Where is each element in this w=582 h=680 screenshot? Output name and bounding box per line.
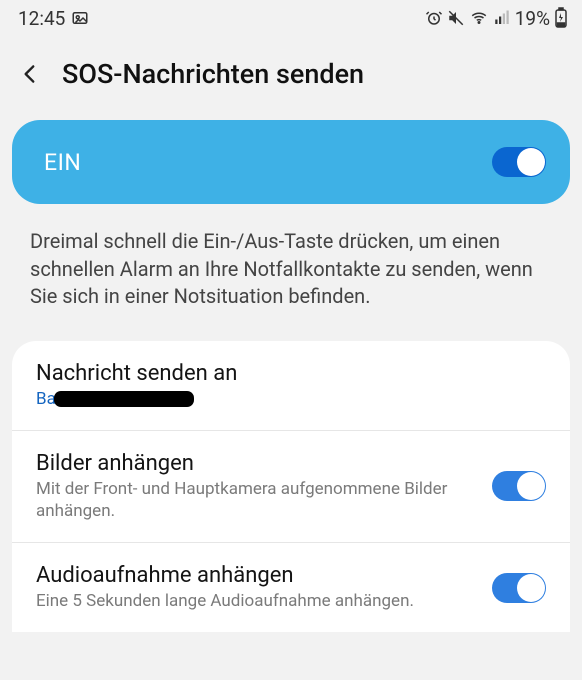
status-bar: 12:45 1: [0, 0, 582, 36]
back-button[interactable]: [12, 56, 48, 92]
master-toggle-row[interactable]: EIN: [12, 120, 570, 204]
redacted-text: [54, 391, 194, 407]
send-to-title: Nachricht senden an: [36, 361, 546, 386]
feature-description: Dreimal schnell die Ein-/Aus-Taste drück…: [0, 204, 582, 337]
attach-audio-switch[interactable]: [492, 573, 546, 603]
send-to-contact: Ba: [36, 388, 546, 410]
battery-percent: 19%: [515, 7, 550, 30]
attach-images-sub: Mit der Front- und Hauptkamera aufgenomm…: [36, 478, 476, 522]
image-icon: [71, 9, 89, 27]
attach-audio-sub: Eine 5 Sekunden lange Audioaufnahme anhä…: [36, 590, 476, 612]
attach-audio-row[interactable]: Audioaufnahme anhängen Eine 5 Sekunden l…: [12, 542, 570, 632]
battery-icon: [554, 7, 568, 29]
settings-card: Nachricht senden an Ba Bilder anhängen M…: [12, 341, 570, 632]
attach-images-switch[interactable]: [492, 471, 546, 501]
master-toggle-switch[interactable]: [492, 147, 546, 177]
attach-images-row[interactable]: Bilder anhängen Mit der Front- und Haupt…: [12, 430, 570, 542]
mute-icon: [447, 9, 465, 27]
master-toggle-label: EIN: [44, 149, 81, 176]
wifi-icon: [469, 9, 489, 27]
send-to-row[interactable]: Nachricht senden an Ba: [12, 341, 570, 430]
alarm-icon: [425, 9, 443, 27]
page-title: SOS-Nachrichten senden: [62, 58, 364, 90]
attach-audio-title: Audioaufnahme anhängen: [36, 563, 476, 588]
signal-icon: [493, 9, 511, 27]
status-time: 12:45: [18, 7, 65, 30]
attach-images-title: Bilder anhängen: [36, 451, 476, 476]
app-header: SOS-Nachrichten senden: [0, 36, 582, 120]
